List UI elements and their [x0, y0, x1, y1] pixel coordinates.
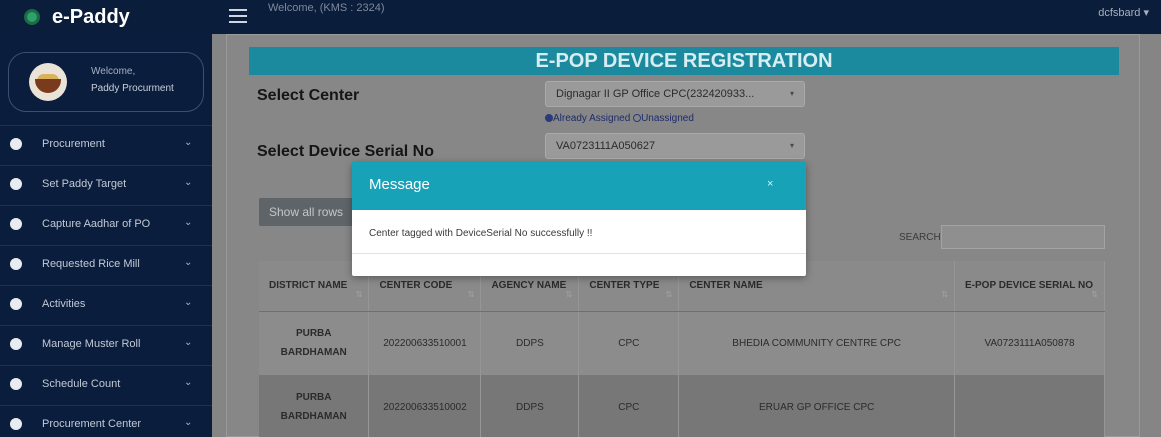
- cell-center-type: CPC: [578, 311, 680, 375]
- cell-agency: DDPS: [480, 311, 580, 375]
- sort-icon: ⇅: [665, 289, 673, 299]
- welcome-text: Welcome, (KMS : 2324): [268, 2, 385, 14]
- sidebar-item-activities[interactable]: Activities ⌄: [0, 285, 212, 325]
- radio-unassigned[interactable]: [633, 114, 642, 122]
- center-select-value: Dignagar II GP Office CPC(232420933...: [556, 88, 755, 100]
- chevron-down-icon: ⌄: [184, 377, 193, 388]
- circle-icon: [10, 418, 22, 430]
- center-table: DISTRICT NAME ⇅ CENTER CODE ⇅ AGENCY NAME ⇅…: [259, 261, 1105, 437]
- circle-icon: [10, 378, 22, 390]
- cell-district: PURBA BARDHAMAN: [259, 311, 370, 375]
- sidebar-item-set-paddy-target[interactable]: Set Paddy Target ⌄: [0, 165, 212, 205]
- cell-center-code: 202200633510002: [368, 375, 482, 437]
- cell-center-name: ERUAR GP OFFICE CPC: [678, 375, 956, 437]
- sort-icon: ⇅: [565, 289, 573, 299]
- chevron-down-icon: ⌄: [184, 337, 193, 348]
- chevron-down-icon: ⌄: [184, 297, 193, 308]
- profile-welcome: Welcome,: [91, 66, 136, 77]
- radio-already-assigned-label: Already Assigned: [553, 113, 631, 124]
- cell-center-name: BHEDIA COMMUNITY CENTRE CPC: [678, 311, 956, 375]
- cell-district: PURBA BARDHAMAN: [259, 375, 370, 437]
- sidebar-item-procurement[interactable]: Procurement ⌄: [0, 125, 212, 165]
- circle-icon: [10, 298, 22, 310]
- chevron-down-icon: ▾: [789, 89, 794, 98]
- sidebar-item-schedule-count[interactable]: Schedule Count ⌄: [0, 365, 212, 405]
- sidebar-menu: Procurement ⌄ Set Paddy Target ⌄ Capture A…: [0, 125, 212, 437]
- chevron-down-icon: ⌄: [184, 137, 193, 148]
- cell-serial-no: [954, 375, 1105, 437]
- sidebar-item-label: Procurement Center: [42, 418, 142, 430]
- sidebar-item-label: Activities: [42, 298, 86, 310]
- sidebar-item-label: Procurement: [42, 138, 105, 150]
- menu-toggle-icon[interactable]: [229, 9, 247, 23]
- modal-divider: [352, 253, 806, 254]
- sidebar-item-label: Requested Rice Mill: [42, 258, 140, 270]
- circle-icon: [10, 218, 22, 230]
- chevron-down-icon: ▾: [789, 141, 794, 150]
- device-serial-select[interactable]: VA0723111A050627 ▾: [545, 133, 805, 159]
- show-all-rows-button[interactable]: Show all rows: [259, 198, 355, 226]
- circle-icon: [10, 258, 22, 270]
- sort-icon: ⇅: [1091, 289, 1098, 299]
- radio-unassigned-label: Unassigned: [641, 113, 694, 124]
- col-epop-serial[interactable]: E-POP DEVICE SERIAL NO ⇅: [954, 261, 1105, 312]
- chevron-down-icon: ⌄: [184, 177, 193, 188]
- user-menu[interactable]: dcfsbard ▾: [1098, 6, 1149, 19]
- radio-already-assigned[interactable]: [545, 114, 553, 122]
- search-label: SEARCH:: [899, 232, 944, 243]
- cell-agency: DDPS: [480, 375, 580, 437]
- sidebar-item-label: Manage Muster Roll: [42, 338, 141, 350]
- sidebar-item-label: Set Paddy Target: [42, 178, 127, 190]
- chevron-down-icon: ⌄: [184, 417, 193, 428]
- close-icon[interactable]: ×: [767, 178, 773, 190]
- modal-message: Center tagged with DeviceSerial No succe…: [369, 228, 593, 239]
- sort-icon: ⇅: [355, 289, 363, 299]
- search-input[interactable]: [941, 225, 1105, 249]
- select-serial-label: Select Device Serial No: [257, 143, 434, 160]
- cell-center-code: 202200633510001: [368, 311, 482, 375]
- brand-name[interactable]: e-Paddy: [52, 6, 130, 29]
- center-select[interactable]: Dignagar II GP Office CPC(232420933... ▾: [545, 81, 805, 107]
- sidebar-item-manage-muster-roll[interactable]: Manage Muster Roll ⌄: [0, 325, 212, 365]
- sidebar: Welcome, Paddy Procurment Procurement ⌄ S…: [0, 34, 212, 437]
- paddy-logo-icon: [24, 9, 40, 25]
- circle-icon: [10, 178, 22, 190]
- modal-header: Message ×: [352, 162, 806, 210]
- modal-title: Message: [369, 176, 430, 193]
- circle-icon: [10, 138, 22, 150]
- sidebar-item-label: Schedule Count: [42, 378, 121, 390]
- assignment-radio-group: Already Assigned Unassigned: [545, 113, 694, 124]
- chevron-down-icon: ⌄: [184, 217, 193, 228]
- sidebar-item-capture-aadhar[interactable]: Capture Aadhar of PO ⌄: [0, 205, 212, 245]
- sort-icon: ⇅: [941, 289, 949, 299]
- cell-center-type: CPC: [578, 375, 680, 437]
- top-navbar: e-Paddy Welcome, (KMS : 2324) dcfsbard ▾: [0, 0, 1161, 34]
- device-serial-value: VA0723111A050627: [556, 140, 656, 152]
- avatar: [29, 63, 67, 101]
- table-row: PURBA BARDHAMAN 202200633510001 DDPS CPC…: [259, 311, 1105, 375]
- sidebar-item-requested-rice-mill[interactable]: Requested Rice Mill ⌄: [0, 245, 212, 285]
- table-row: PURBA BARDHAMAN 202200633510002 DDPS CPC…: [259, 375, 1105, 437]
- sidebar-item-procurement-center[interactable]: Procurement Center ⌄: [0, 405, 212, 437]
- circle-icon: [10, 338, 22, 350]
- sort-icon: ⇅: [467, 289, 475, 299]
- chevron-down-icon: ⌄: [184, 257, 193, 268]
- profile-name: Paddy Procurment: [91, 83, 174, 94]
- cell-serial-no: VA0723111A050878: [954, 311, 1105, 375]
- page-title: E-POP DEVICE REGISTRATION: [249, 47, 1119, 75]
- user-profile-card: Welcome, Paddy Procurment: [8, 52, 204, 112]
- select-center-label: Select Center: [257, 87, 360, 104]
- message-modal: Message × Center tagged with DeviceSeria…: [352, 162, 806, 276]
- sidebar-item-label: Capture Aadhar of PO: [42, 218, 151, 230]
